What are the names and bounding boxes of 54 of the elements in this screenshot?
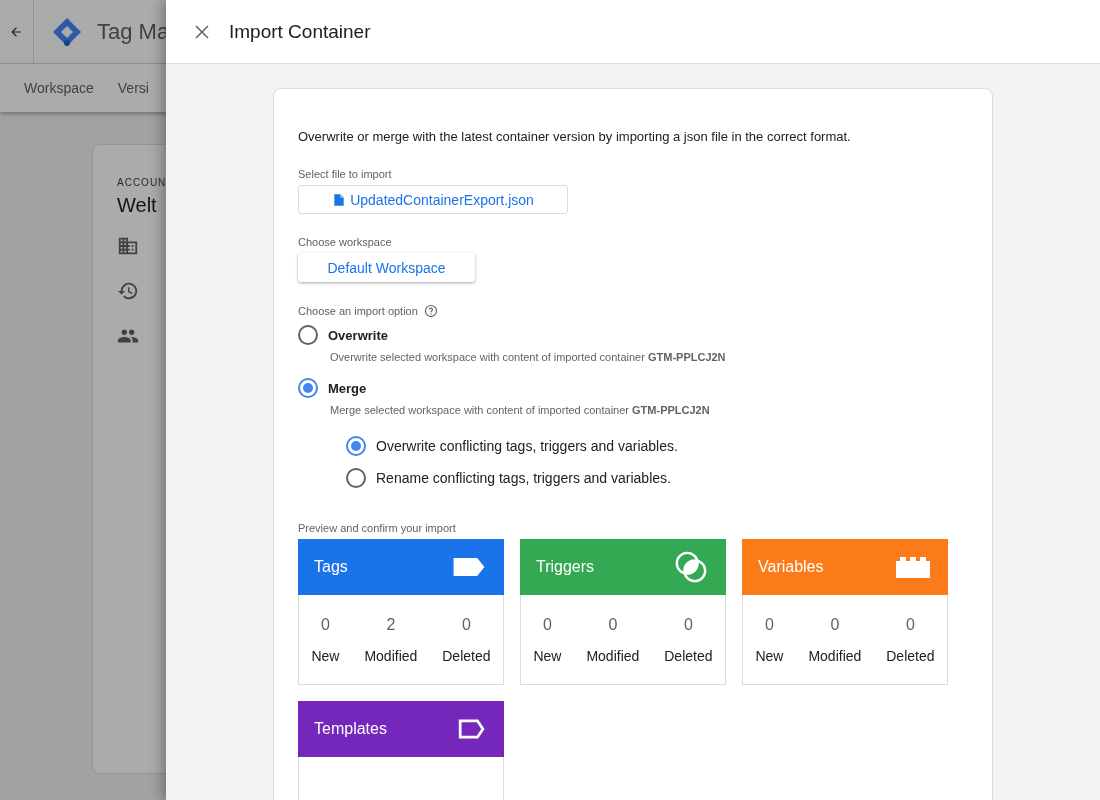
stat-value: 0	[830, 615, 840, 634]
stat-label: New	[311, 647, 340, 664]
option-label: Overwrite conflicting tags, triggers and variables.	[376, 438, 678, 454]
stat-label: Deleted	[886, 647, 935, 664]
radio-button[interactable]	[298, 378, 318, 398]
field-label: Preview and confirm your import	[298, 522, 456, 534]
workspace-button[interactable]: Default Workspace	[298, 253, 475, 282]
stat-label: New	[755, 647, 784, 664]
account-name: Welt	[117, 194, 157, 217]
file-icon	[332, 192, 347, 207]
nav-tab[interactable]: Workspace	[24, 80, 94, 96]
field-label: Select file to import	[298, 168, 392, 180]
stat-value: 0	[765, 615, 774, 634]
field-label: Choose an import option	[298, 305, 418, 317]
help-icon[interactable]	[423, 304, 438, 318]
stat-value: 0	[461, 615, 471, 634]
category-title: Tags	[314, 558, 348, 576]
category-title: Variables	[758, 558, 824, 576]
stat-label: New	[533, 647, 562, 664]
account-label: ACCOUN	[117, 177, 167, 188]
option-label: Merge	[328, 380, 367, 396]
building-icon	[117, 235, 139, 257]
option-label: Overwrite	[328, 327, 388, 343]
tag-icon	[452, 557, 486, 577]
radio-button[interactable]	[298, 325, 318, 345]
stat-label: Modified	[808, 647, 862, 664]
field-label: Choose workspace	[298, 236, 392, 249]
intro-text: Overwrite or merge with the latest container version by importing a json file in the correct format.	[298, 129, 851, 144]
history-icon	[117, 280, 139, 302]
stat-value: 0	[683, 615, 693, 634]
stat-label: Deleted	[664, 647, 713, 664]
option-label: Rename conflicting tags, triggers and variables.	[376, 470, 671, 486]
stat-value: 0	[321, 615, 330, 634]
stat-value: 0	[905, 615, 915, 634]
nav-tab[interactable]: Versi	[117, 80, 149, 96]
dialog-title: Import Container	[229, 20, 371, 43]
close-icon[interactable]	[193, 22, 211, 41]
overlapping-circles-icon	[674, 550, 708, 584]
stat-label: Deleted	[442, 647, 491, 664]
option-description: Overwrite selected workspace with content of imported container GTM-PPLCJ2N	[330, 351, 726, 363]
stat-label: Modified	[586, 647, 640, 664]
stat-value: 2	[386, 615, 396, 634]
stat-label: Modified	[364, 647, 418, 664]
stat-value: 0	[543, 615, 552, 634]
radio-button[interactable]	[346, 436, 366, 456]
tag-outline-icon	[458, 719, 486, 739]
brick-icon	[896, 556, 930, 578]
option-description: Merge selected workspace with content of imported container GTM-PPLCJ2N	[330, 404, 710, 416]
file-button[interactable]: UpdatedContainerExport.json	[298, 185, 568, 215]
category-title: Triggers	[536, 558, 595, 576]
radio-button[interactable]	[346, 468, 366, 488]
diamond-logo-icon	[51, 15, 83, 48]
category-title: Templates	[314, 720, 387, 738]
stat-value: 0	[608, 615, 618, 634]
